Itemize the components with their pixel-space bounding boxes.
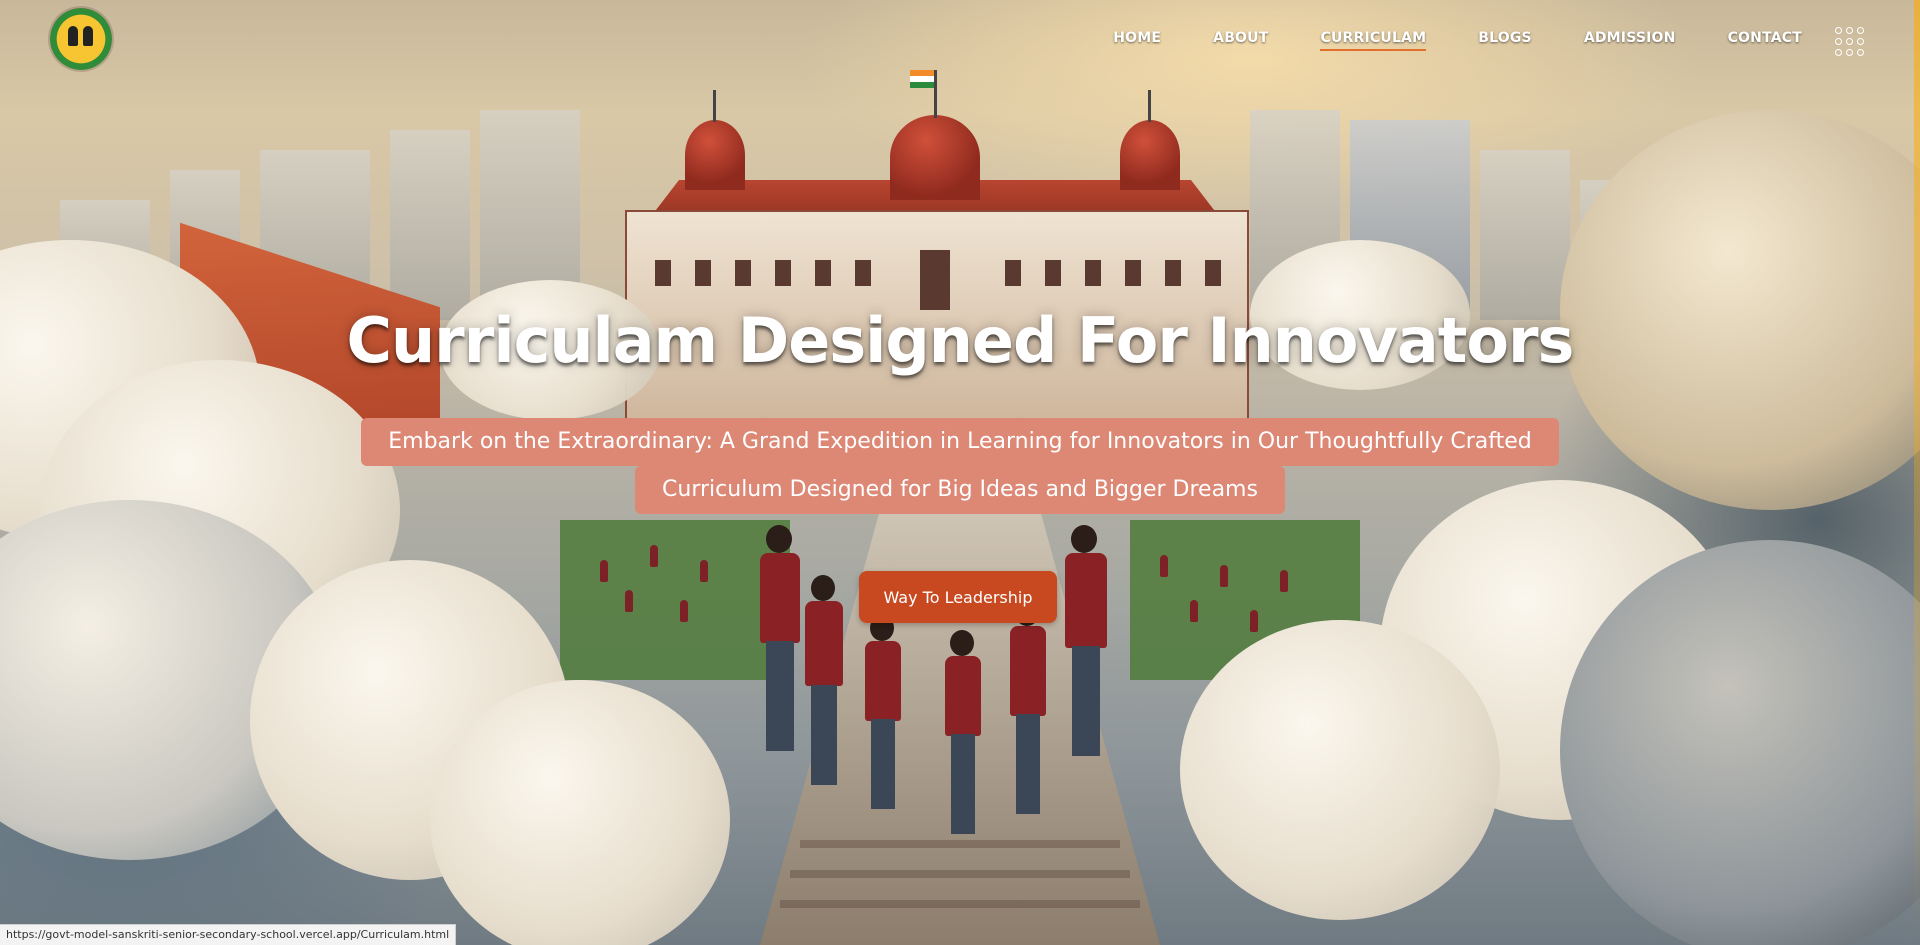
nav-contact[interactable]: CONTACT [1728, 30, 1802, 50]
lawn-left [560, 520, 790, 680]
cloud [1180, 620, 1500, 920]
child-figure-icon [83, 26, 93, 46]
nav-home[interactable]: HOME [1113, 30, 1161, 50]
status-bar-url: https://govt-model-sanskriti-senior-seco… [0, 924, 457, 945]
school-logo[interactable] [50, 8, 112, 70]
child-figure-icon [68, 26, 78, 46]
way-to-leadership-button[interactable]: Way To Leadership [859, 571, 1057, 623]
hero-title: Curriculam Designed For Innovators [346, 304, 1575, 377]
nav-about[interactable]: ABOUT [1213, 30, 1268, 50]
main-nav: HOME ABOUT CURRICULAM BLOGS ADMISSION CO… [1061, 30, 1802, 51]
scrollbar[interactable] [1914, 0, 1920, 945]
grid-menu-icon[interactable] [1835, 27, 1865, 57]
hero-section: HOME ABOUT CURRICULAM BLOGS ADMISSION CO… [0, 0, 1920, 945]
nav-curriculam[interactable]: CURRICULAM [1320, 30, 1426, 51]
nav-admission[interactable]: ADMISSION [1584, 30, 1676, 50]
cloud [430, 680, 730, 945]
hero-subtitle-line-2: Curriculum Designed for Big Ideas and Bi… [635, 466, 1285, 514]
hero-subtitle: Embark on the Extraordinary: A Grand Exp… [0, 418, 1920, 514]
hero-subtitle-line-1: Embark on the Extraordinary: A Grand Exp… [361, 418, 1559, 466]
nav-blogs[interactable]: BLOGS [1478, 30, 1532, 50]
flag-icon [910, 70, 934, 88]
